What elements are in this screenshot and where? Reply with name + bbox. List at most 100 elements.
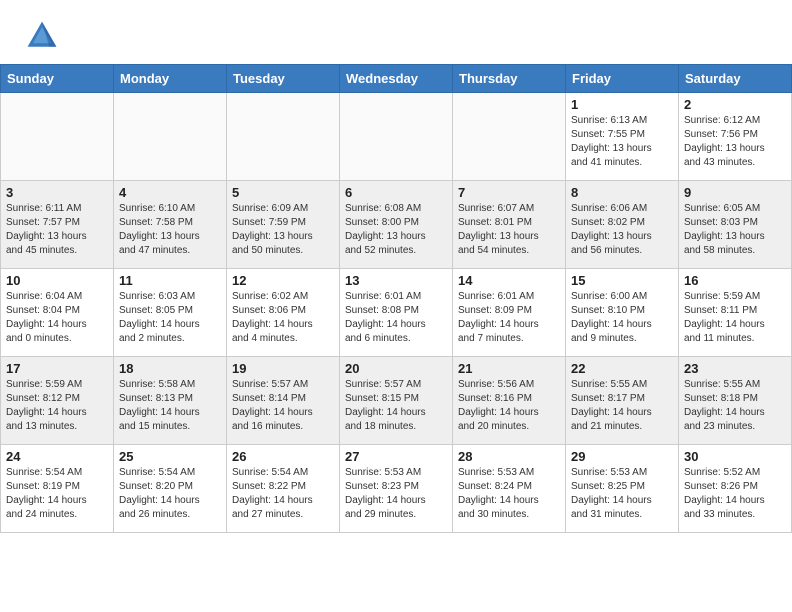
- calendar-cell: 17Sunrise: 5:59 AM Sunset: 8:12 PM Dayli…: [1, 357, 114, 445]
- calendar-cell: 26Sunrise: 5:54 AM Sunset: 8:22 PM Dayli…: [227, 445, 340, 533]
- weekday-header-sunday: Sunday: [1, 65, 114, 93]
- day-info: Sunrise: 5:55 AM Sunset: 8:18 PM Dayligh…: [684, 378, 786, 434]
- calendar-cell: 8 Sunrise: 6:06 AM Sunset: 8:02 PM Daylig…: [566, 181, 679, 269]
- calendar-header-row: SundayMondayTuesdayWednesdayThursdayFrid…: [1, 65, 792, 93]
- day-number: 2: [684, 97, 786, 112]
- day-info: Sunrise: 6:03 AM Sunset: 8:05 PM Dayligh…: [119, 290, 221, 346]
- day-number: 23: [684, 361, 786, 376]
- calendar-cell: 4Sunrise: 6:10 AM Sunset: 7:58 PM Daylig…: [114, 181, 227, 269]
- day-number: 8: [571, 185, 673, 200]
- calendar-cell: 3 Sunrise: 6:11 AM Sunset: 7:57 PM Daylig…: [1, 181, 114, 269]
- day-info: Sunrise: 6:07 AM Sunset: 8:01 PM Dayligh…: [458, 202, 560, 258]
- day-number: 19: [232, 361, 334, 376]
- calendar-cell: 28 Sunrise: 5:53 AM Sunset: 8:24 PM Dayli…: [453, 445, 566, 533]
- day-number: 11: [119, 273, 221, 288]
- calendar-week-2: 3 Sunrise: 6:11 AM Sunset: 7:57 PM Daylig…: [1, 181, 792, 269]
- day-info: Sunrise: 6:02 AM Sunset: 8:06 PM Dayligh…: [232, 290, 334, 346]
- day-number: 29: [571, 449, 673, 464]
- day-info: Sunrise: 5:53 AM Sunset: 8:24 PM Dayligh…: [458, 466, 560, 522]
- day-number: 18: [119, 361, 221, 376]
- calendar-cell: 2Sunrise: 6:12 AM Sunset: 7:56 PM Daylig…: [679, 93, 792, 181]
- calendar-table: SundayMondayTuesdayWednesdayThursdayFrid…: [0, 64, 792, 533]
- calendar-cell: 20Sunrise: 5:57 AM Sunset: 8:15 PM Dayli…: [340, 357, 453, 445]
- day-info: Sunrise: 6:01 AM Sunset: 8:08 PM Dayligh…: [345, 290, 447, 346]
- day-info: Sunrise: 5:52 AM Sunset: 8:26 PM Dayligh…: [684, 466, 786, 522]
- day-number: 12: [232, 273, 334, 288]
- day-number: 1: [571, 97, 673, 112]
- day-info: Sunrise: 5:59 AM Sunset: 8:11 PM Dayligh…: [684, 290, 786, 346]
- calendar-cell: 21 Sunrise: 5:56 AM Sunset: 8:16 PM Dayli…: [453, 357, 566, 445]
- weekday-header-friday: Friday: [566, 65, 679, 93]
- day-number: 30: [684, 449, 786, 464]
- calendar-cell: 14 Sunrise: 6:01 AM Sunset: 8:09 PM Dayli…: [453, 269, 566, 357]
- day-number: 25: [119, 449, 221, 464]
- day-info: Sunrise: 5:54 AM Sunset: 8:19 PM Dayligh…: [6, 466, 108, 522]
- calendar-cell: 15 Sunrise: 6:00 AM Sunset: 8:10 PM Dayli…: [566, 269, 679, 357]
- day-info: Sunrise: 6:08 AM Sunset: 8:00 PM Dayligh…: [345, 202, 447, 258]
- calendar-cell: [1, 93, 114, 181]
- logo: [24, 18, 66, 54]
- calendar-cell: [114, 93, 227, 181]
- calendar-cell: [340, 93, 453, 181]
- day-number: 10: [6, 273, 108, 288]
- day-info: Sunrise: 5:55 AM Sunset: 8:17 PM Dayligh…: [571, 378, 673, 434]
- calendar-cell: 23 Sunrise: 5:55 AM Sunset: 8:18 PM Dayli…: [679, 357, 792, 445]
- calendar-cell: 10 Sunrise: 6:04 AM Sunset: 8:04 PM Dayli…: [1, 269, 114, 357]
- day-number: 9: [684, 185, 786, 200]
- calendar-cell: 6 Sunrise: 6:08 AM Sunset: 8:00 PM Daylig…: [340, 181, 453, 269]
- calendar-cell: 1 Sunrise: 6:13 AM Sunset: 7:55 PM Daylig…: [566, 93, 679, 181]
- day-info: Sunrise: 6:05 AM Sunset: 8:03 PM Dayligh…: [684, 202, 786, 258]
- day-info: Sunrise: 6:11 AM Sunset: 7:57 PM Dayligh…: [6, 202, 108, 258]
- weekday-header-saturday: Saturday: [679, 65, 792, 93]
- day-info: Sunrise: 5:54 AM Sunset: 8:20 PM Dayligh…: [119, 466, 221, 522]
- day-number: 15: [571, 273, 673, 288]
- page-header: [0, 0, 792, 64]
- calendar-cell: 24 Sunrise: 5:54 AM Sunset: 8:19 PM Dayli…: [1, 445, 114, 533]
- day-number: 4: [119, 185, 221, 200]
- calendar-cell: [227, 93, 340, 181]
- day-number: 16: [684, 273, 786, 288]
- day-info: Sunrise: 5:53 AM Sunset: 8:25 PM Dayligh…: [571, 466, 673, 522]
- day-info: Sunrise: 5:57 AM Sunset: 8:14 PM Dayligh…: [232, 378, 334, 434]
- day-info: Sunrise: 6:13 AM Sunset: 7:55 PM Dayligh…: [571, 114, 673, 170]
- weekday-header-thursday: Thursday: [453, 65, 566, 93]
- day-number: 28: [458, 449, 560, 464]
- calendar-cell: [453, 93, 566, 181]
- calendar-cell: 7Sunrise: 6:07 AM Sunset: 8:01 PM Daylig…: [453, 181, 566, 269]
- day-number: 26: [232, 449, 334, 464]
- calendar-cell: 16 Sunrise: 5:59 AM Sunset: 8:11 PM Dayli…: [679, 269, 792, 357]
- day-info: Sunrise: 5:56 AM Sunset: 8:16 PM Dayligh…: [458, 378, 560, 434]
- day-number: 21: [458, 361, 560, 376]
- calendar-cell: 5 Sunrise: 6:09 AM Sunset: 7:59 PM Daylig…: [227, 181, 340, 269]
- day-number: 5: [232, 185, 334, 200]
- day-number: 3: [6, 185, 108, 200]
- calendar-cell: 30 Sunrise: 5:52 AM Sunset: 8:26 PM Dayli…: [679, 445, 792, 533]
- day-number: 24: [6, 449, 108, 464]
- calendar-week-4: 17Sunrise: 5:59 AM Sunset: 8:12 PM Dayli…: [1, 357, 792, 445]
- calendar-week-1: 1 Sunrise: 6:13 AM Sunset: 7:55 PM Daylig…: [1, 93, 792, 181]
- day-number: 6: [345, 185, 447, 200]
- calendar-week-5: 24 Sunrise: 5:54 AM Sunset: 8:19 PM Dayli…: [1, 445, 792, 533]
- calendar-cell: 13 Sunrise: 6:01 AM Sunset: 8:08 PM Dayli…: [340, 269, 453, 357]
- day-info: Sunrise: 6:09 AM Sunset: 7:59 PM Dayligh…: [232, 202, 334, 258]
- weekday-header-monday: Monday: [114, 65, 227, 93]
- day-info: Sunrise: 6:01 AM Sunset: 8:09 PM Dayligh…: [458, 290, 560, 346]
- calendar-week-3: 10 Sunrise: 6:04 AM Sunset: 8:04 PM Dayli…: [1, 269, 792, 357]
- day-number: 27: [345, 449, 447, 464]
- day-info: Sunrise: 6:04 AM Sunset: 8:04 PM Dayligh…: [6, 290, 108, 346]
- day-number: 22: [571, 361, 673, 376]
- day-info: Sunrise: 6:06 AM Sunset: 8:02 PM Dayligh…: [571, 202, 673, 258]
- day-number: 17: [6, 361, 108, 376]
- calendar-cell: 18 Sunrise: 5:58 AM Sunset: 8:13 PM Dayli…: [114, 357, 227, 445]
- day-number: 13: [345, 273, 447, 288]
- calendar-cell: 27Sunrise: 5:53 AM Sunset: 8:23 PM Dayli…: [340, 445, 453, 533]
- day-number: 20: [345, 361, 447, 376]
- calendar-cell: 9 Sunrise: 6:05 AM Sunset: 8:03 PM Daylig…: [679, 181, 792, 269]
- weekday-header-tuesday: Tuesday: [227, 65, 340, 93]
- day-number: 14: [458, 273, 560, 288]
- weekday-header-wednesday: Wednesday: [340, 65, 453, 93]
- day-info: Sunrise: 5:58 AM Sunset: 8:13 PM Dayligh…: [119, 378, 221, 434]
- calendar-cell: 12 Sunrise: 6:02 AM Sunset: 8:06 PM Dayli…: [227, 269, 340, 357]
- day-info: Sunrise: 6:00 AM Sunset: 8:10 PM Dayligh…: [571, 290, 673, 346]
- calendar-cell: 19 Sunrise: 5:57 AM Sunset: 8:14 PM Dayli…: [227, 357, 340, 445]
